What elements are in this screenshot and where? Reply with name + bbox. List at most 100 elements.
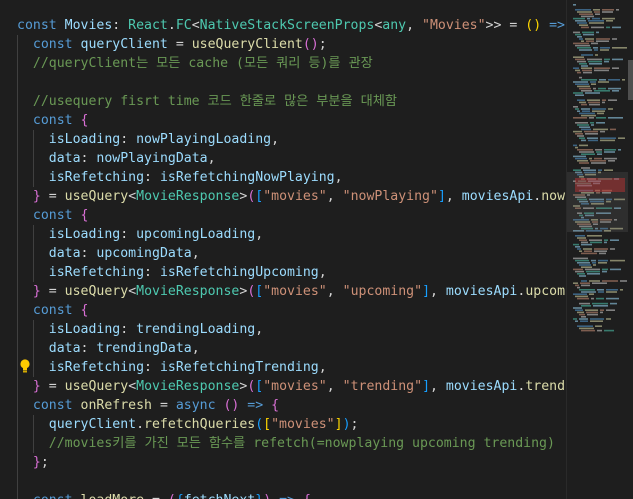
minimap-line <box>596 40 609 42</box>
minimap-line <box>584 250 592 252</box>
code-line[interactable]: }; <box>17 453 49 472</box>
code-token: //queryClient는 모든 cache (모든 쿼리 등)를 관장 <box>17 56 373 71</box>
minimap-line <box>581 291 596 293</box>
minimap-line <box>595 325 602 327</box>
minimap-line <box>598 262 607 264</box>
code-token: : <box>120 322 137 337</box>
code-line[interactable]: queryClient.refetchQueries(["movies"]); <box>17 415 359 434</box>
code-line[interactable]: data: nowPlayingData, <box>17 149 216 168</box>
code-line[interactable]: isLoading: upcomingLoading, <box>17 225 263 244</box>
code-line[interactable]: isLoading: trendingLoading, <box>17 320 263 339</box>
minimap-line <box>602 17 615 20</box>
code-token: , <box>318 265 327 280</box>
minimap-line <box>598 87 606 90</box>
minimap-line <box>579 137 585 139</box>
minimap-line <box>606 291 617 293</box>
minimap-line <box>600 139 615 142</box>
code-token: //movies키를 가진 모든 함수를 refetch(=nowplaying… <box>17 436 555 451</box>
code-token: = <box>152 398 176 413</box>
code-token: any <box>382 18 407 33</box>
code-line[interactable]: //usequery fisrt time 코드 한줄로 많은 부분을 대체함 <box>17 92 397 111</box>
code-token: , <box>406 18 423 33</box>
scrollbar-thumb[interactable] <box>628 60 633 100</box>
minimap-line <box>587 58 602 61</box>
code-line[interactable]: const Movies: React.FC<NativeStackScreen… <box>17 16 566 35</box>
minimap-line <box>592 110 605 112</box>
minimap-line <box>606 297 619 300</box>
vertical-scrollbar[interactable] <box>628 0 633 499</box>
minimap-line <box>610 259 625 262</box>
code-line[interactable]: const queryClient = useQueryClient(); <box>17 35 327 54</box>
code-line[interactable]: const loadMore = ({fetchNext}) => { <box>17 491 311 499</box>
code-line[interactable]: const { <box>17 206 89 225</box>
minimap-line <box>622 79 625 81</box>
code-token: React <box>128 18 168 33</box>
code-line[interactable]: } = useQuery<MovieResponse>(["movies", "… <box>17 187 566 206</box>
code-token: "movies" <box>271 417 335 432</box>
minimap-line <box>575 44 590 47</box>
code-token: data <box>17 246 81 261</box>
code-line[interactable]: isRefetching: isRefetchingUpcoming, <box>17 263 327 282</box>
minimap-line <box>604 169 613 171</box>
code-token: , <box>255 322 264 337</box>
code-token: trendingData <box>96 341 192 356</box>
code-line[interactable]: const onRefresh = async () => { <box>17 396 279 415</box>
minimap[interactable] <box>566 0 633 499</box>
code-line[interactable]: data: upcomingData, <box>17 244 200 263</box>
minimap-line <box>585 92 600 94</box>
minimap-line <box>573 307 582 309</box>
minimap-line <box>577 99 585 101</box>
minimap-line <box>575 9 591 11</box>
code-token: . <box>533 189 542 204</box>
code-line[interactable]: data: trendingData, <box>17 339 200 358</box>
code-token: } <box>32 379 41 394</box>
code-token: } <box>32 189 41 204</box>
code-line[interactable]: const { <box>17 111 89 130</box>
code-line[interactable]: //queryClient는 모든 cache (모든 쿼리 등)를 관장 <box>17 54 373 73</box>
minimap-line <box>577 311 584 314</box>
minimap-line <box>590 81 596 83</box>
minimap-line <box>577 160 588 162</box>
code-token: useQuery <box>64 284 129 299</box>
minimap-line <box>602 270 607 273</box>
code-token: useQuery <box>64 379 129 394</box>
code-line[interactable]: isLoading: nowPlayingLoading, <box>17 130 279 149</box>
minimap-line <box>600 47 610 49</box>
minimap-line <box>575 246 580 248</box>
code-token: isRefetchingUpcoming <box>159 265 319 280</box>
code-token: data <box>17 151 81 166</box>
minimap-line <box>583 71 592 74</box>
minimap-line <box>604 151 615 153</box>
code-token: isRefetching <box>17 170 145 185</box>
code-line[interactable]: } = useQuery<MovieResponse>(["movies", "… <box>17 377 566 396</box>
minimap-line <box>616 9 619 11</box>
minimap-line <box>573 169 581 171</box>
minimap-line <box>577 273 585 275</box>
code-token: isRefetching <box>17 360 145 375</box>
minimap-line <box>590 241 602 244</box>
minimap-line <box>608 117 623 119</box>
minimap-line <box>579 13 593 15</box>
code-token: : <box>112 18 129 33</box>
minimap-line <box>573 293 587 295</box>
minimap-line <box>612 90 619 92</box>
minimap-line <box>593 264 596 266</box>
minimap-line <box>581 15 594 18</box>
code-editor[interactable]: const Movies: React.FC<NativeStackScreen… <box>0 0 566 499</box>
minimap-line <box>573 282 578 284</box>
minimap-line <box>581 243 592 246</box>
code-line[interactable]: isRefetching: isRefetchingNowPlaying, <box>17 168 343 187</box>
minimap-line <box>594 67 610 69</box>
lightbulb-icon[interactable] <box>18 358 32 374</box>
code-line[interactable]: //movies키를 가진 모든 함수를 refetch(=nowplaying… <box>17 434 555 453</box>
minimap-line <box>590 122 594 124</box>
code-line[interactable]: const { <box>17 301 89 320</box>
code-token: const <box>17 303 81 318</box>
code-line[interactable]: } = useQuery<MovieResponse>(["movies", "… <box>17 282 566 301</box>
minimap-line <box>591 42 598 45</box>
minimap-line <box>589 63 602 65</box>
code-line[interactable]: isRefetching: isRefetchingTrending, <box>17 358 327 377</box>
code-token: = <box>40 379 65 394</box>
code-token: => <box>549 18 565 33</box>
code-token: "movies" <box>263 379 327 394</box>
